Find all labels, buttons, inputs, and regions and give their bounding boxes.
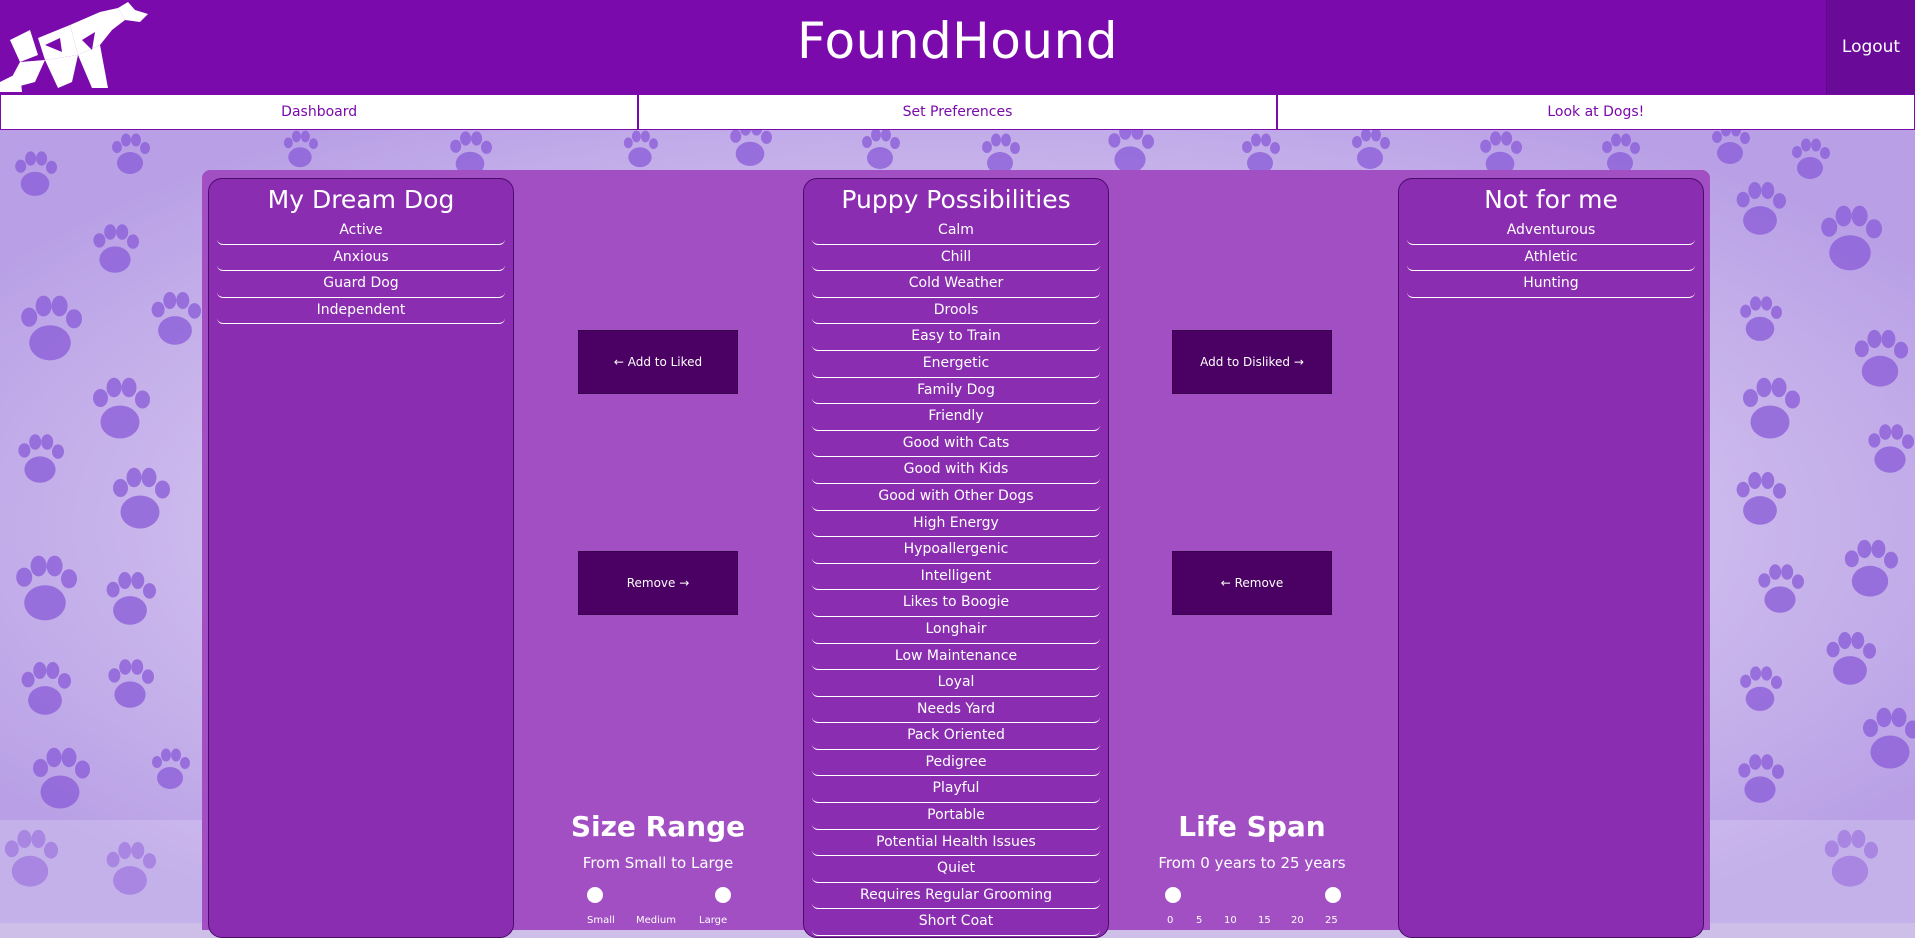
trait-list-item[interactable]: Drools: [812, 298, 1100, 325]
nav-dashboard[interactable]: Dashboard: [0, 94, 639, 130]
trait-list-item[interactable]: Potential Health Issues: [812, 830, 1100, 857]
preferences-container: My Dream Dog Active Anxious Guard Dog Indep…: [202, 170, 1710, 938]
add-to-disliked-button[interactable]: Add to Disliked →: [1172, 330, 1332, 394]
trait-list-item[interactable]: Pack Oriented: [812, 723, 1100, 750]
life-span-tick: 10: [1224, 915, 1237, 926]
life-span-title: Life Span: [1178, 810, 1326, 843]
nav-set-preferences[interactable]: Set Preferences: [638, 94, 1277, 130]
trait-list-item[interactable]: Hunting: [1407, 271, 1695, 298]
size-min-handle[interactable]: [587, 887, 603, 903]
liked-panel: My Dream Dog Active Anxious Guard Dog Indep…: [208, 178, 514, 938]
trait-list-item[interactable]: Athletic: [1407, 245, 1695, 272]
trait-list-item[interactable]: Pedigree: [812, 750, 1100, 777]
disliked-list: Adventurous Athletic Hunting: [1399, 218, 1703, 298]
trait-list-item[interactable]: Requires Regular Grooming: [812, 883, 1100, 910]
trait-list-item[interactable]: Quiet: [812, 856, 1100, 883]
trait-list-item[interactable]: Playful: [812, 776, 1100, 804]
trait-list-item[interactable]: Independent: [217, 298, 505, 325]
trait-list-item[interactable]: Cold Weather: [812, 271, 1100, 298]
remove-disliked-button[interactable]: ← Remove: [1172, 551, 1332, 615]
life-span-min-handle[interactable]: [1165, 887, 1181, 903]
life-span-subtitle: From 0 years to 25 years: [1158, 854, 1346, 872]
life-span-tick: 20: [1291, 915, 1304, 926]
remove-liked-button[interactable]: Remove →: [578, 551, 738, 615]
disliked-panel-title: Not for me: [1484, 185, 1618, 214]
life-span-tick: 25: [1325, 915, 1338, 926]
trait-list-item[interactable]: Longhair: [812, 617, 1100, 644]
nav-look-at-dogs[interactable]: Look at Dogs!: [1276, 94, 1915, 130]
trait-list-item[interactable]: Easy to Train: [812, 324, 1100, 351]
trait-list-item[interactable]: Hypoallergenic: [812, 537, 1100, 564]
possibilities-panel-title: Puppy Possibilities: [841, 185, 1071, 214]
trait-list-item[interactable]: Loyal: [812, 670, 1100, 697]
life-span-max-handle[interactable]: [1325, 887, 1341, 903]
trait-list-item[interactable]: Anxious: [217, 245, 505, 272]
size-range-subtitle: From Small to Large: [582, 854, 734, 872]
trait-list-item[interactable]: Friendly: [812, 404, 1100, 431]
possibilities-panel: Puppy Possibilities Calm Chill Cold Weathe…: [803, 178, 1109, 938]
size-label-medium: Medium: [636, 915, 676, 926]
trait-list-item[interactable]: Chill: [812, 245, 1100, 272]
disliked-panel: Not for me Adventurous Athletic Hunting: [1398, 178, 1704, 938]
trait-list-item[interactable]: Energetic: [812, 351, 1100, 378]
add-to-liked-button[interactable]: ← Add to Liked: [578, 330, 738, 394]
size-range-title: Size Range: [570, 810, 746, 843]
trait-list-item[interactable]: Low Maintenance: [812, 644, 1100, 671]
size-label-large: Large: [699, 915, 728, 926]
trait-list-item[interactable]: Active: [217, 218, 505, 245]
trait-list-item[interactable]: Calm: [812, 218, 1100, 245]
life-span-tick: 0: [1167, 915, 1174, 926]
possibilities-list: Calm Chill Cold Weather Drools Easy to Train…: [804, 218, 1108, 937]
trait-list-item[interactable]: Likes to Boogie: [812, 590, 1100, 617]
trait-list-item[interactable]: Needs Yard: [812, 697, 1100, 724]
liked-panel-title: My Dream Dog: [267, 185, 455, 214]
life-span-tick: 5: [1196, 915, 1203, 926]
logout-button[interactable]: Logout: [1826, 0, 1915, 94]
trait-list-item[interactable]: High Energy: [812, 511, 1100, 538]
main-nav: Dashboard Set Preferences Look at Dogs!: [0, 94, 1915, 130]
trait-list-item[interactable]: Good with Other Dogs: [812, 484, 1100, 511]
trait-list-item[interactable]: Family Dog: [812, 378, 1100, 405]
life-span-tick: 15: [1258, 915, 1271, 926]
app-header: FoundHound Logout: [0, 0, 1915, 94]
trait-list-item[interactable]: Intelligent: [812, 564, 1100, 591]
size-label-small: Small: [587, 915, 615, 926]
liked-list: Active Anxious Guard Dog Independent: [209, 218, 513, 325]
size-max-handle[interactable]: [715, 887, 731, 903]
trait-list-item[interactable]: Good with Kids: [812, 457, 1100, 484]
brand-title: FoundHound: [797, 12, 1118, 70]
trait-list-item[interactable]: Portable: [812, 803, 1100, 830]
trait-list-item[interactable]: Guard Dog: [217, 271, 505, 298]
trait-list-item[interactable]: Adventurous: [1407, 218, 1695, 245]
trait-list-item[interactable]: Good with Cats: [812, 431, 1100, 458]
